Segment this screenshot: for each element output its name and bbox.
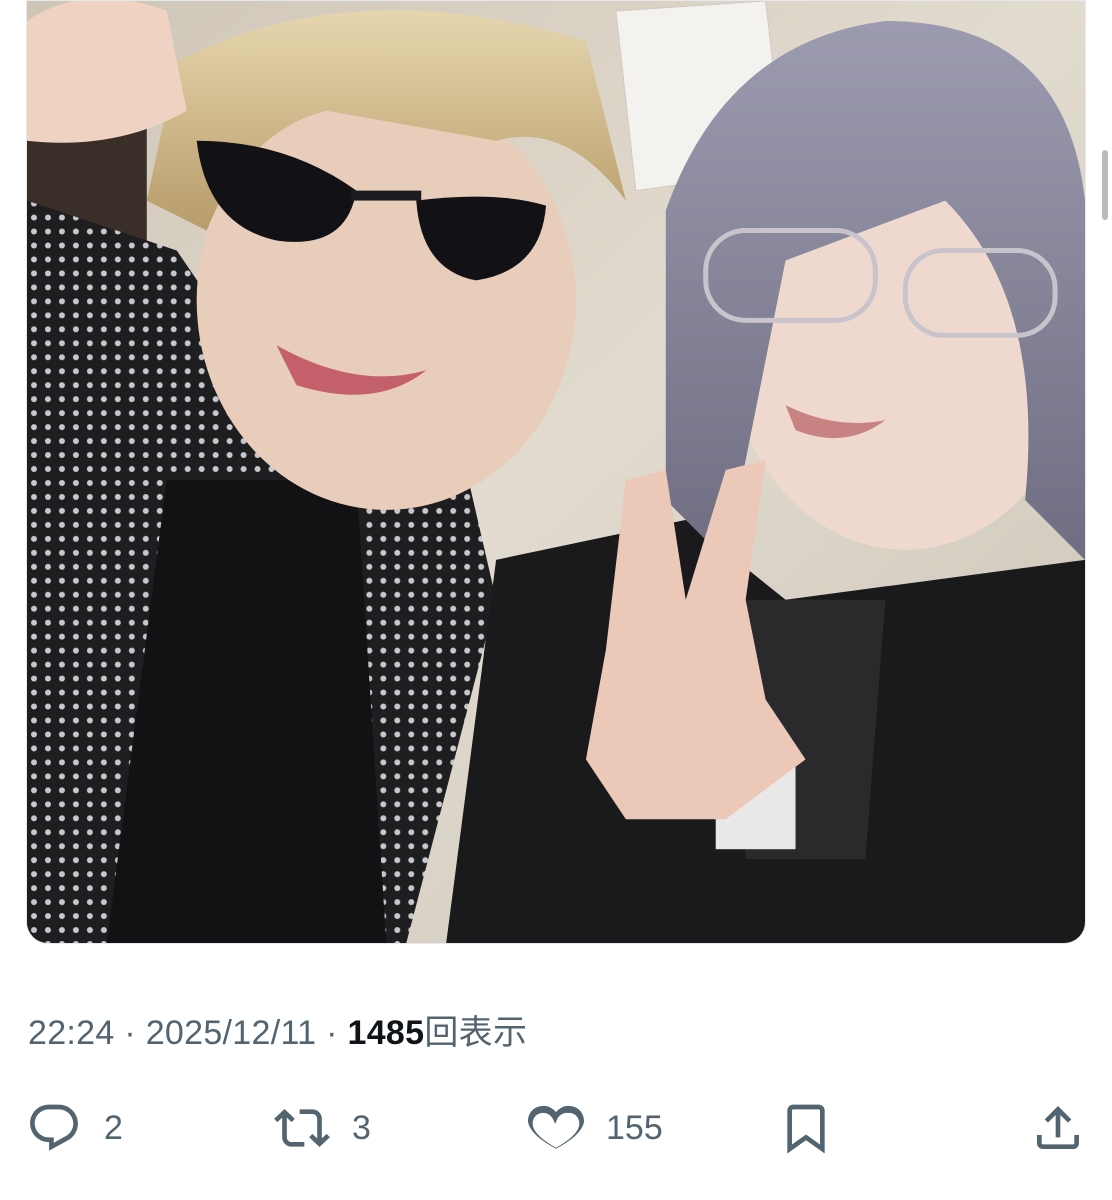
share-button[interactable] [1030, 1096, 1086, 1160]
share-icon [1030, 1100, 1086, 1156]
tweet-photo[interactable] [26, 0, 1086, 944]
bookmark-icon [778, 1100, 834, 1156]
heart-icon [528, 1100, 584, 1156]
tweet-time[interactable]: 22:24 [28, 1014, 115, 1052]
like-button[interactable]: 155 [528, 1096, 663, 1160]
scrollbar[interactable] [1102, 150, 1108, 220]
action-bar: 2 3 155 [0, 1096, 1112, 1160]
photo-image [27, 1, 1085, 943]
tweet-meta: 22:24 · 2025/12/11 · 1485回表示 [28, 1010, 527, 1056]
views-label: 回表示 [424, 1014, 528, 1052]
repost-icon [274, 1100, 330, 1156]
tweet-detail-view: 22:24 · 2025/12/11 · 1485回表示 2 3 155 [0, 0, 1112, 1200]
reply-count: 2 [104, 1108, 123, 1147]
repost-button[interactable]: 3 [274, 1096, 371, 1160]
views-count: 1485 [347, 1014, 425, 1052]
meta-separator: · [114, 1014, 146, 1052]
reply-icon [26, 1100, 82, 1156]
tweet-date[interactable]: 2025/12/11 [146, 1014, 317, 1052]
meta-separator: · [316, 1014, 348, 1052]
reply-button[interactable]: 2 [26, 1096, 123, 1160]
like-count: 155 [606, 1108, 663, 1147]
repost-count: 3 [352, 1108, 371, 1147]
bookmark-button[interactable] [778, 1096, 834, 1160]
